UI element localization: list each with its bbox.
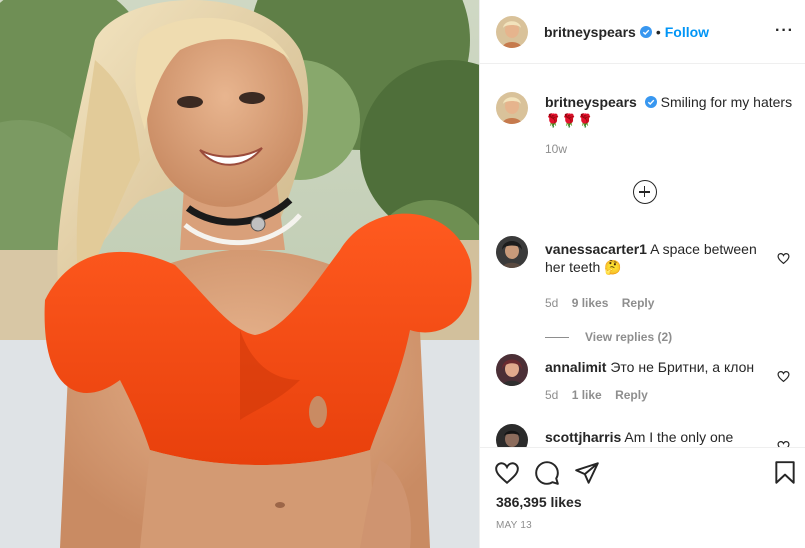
commenter-avatar-image [496,424,528,447]
comment-text: Am I the only one [624,429,734,445]
comment-body: annalimit Это не Бритни, а клон [545,358,770,376]
comment-text: Это не Бритни, а клон [610,359,755,375]
post-photo[interactable] [0,0,479,548]
comment-age[interactable]: 5d [545,388,558,402]
comment-likes[interactable]: 1 like [572,388,602,402]
commenter-avatar[interactable] [496,424,528,447]
commenter-avatar-image [496,236,528,268]
comment-body: vanessacarter1 A space between her teeth… [545,240,770,276]
verified-badge-icon [639,25,652,38]
comments-list: vanessacarter1 A space between her teeth… [480,224,805,447]
commenter-username[interactable]: annalimit [545,359,606,375]
caption-author-avatar[interactable] [496,92,528,124]
comment-item: annalimit Это не Бритни, а клон 5d 1 lik… [496,354,796,414]
comment-item: vanessacarter1 A space between her teeth… [496,236,796,346]
comment-likes[interactable]: 9 likes [572,296,609,310]
comment-meta: 5d 1 like Reply [545,388,658,402]
comment-reply-button[interactable]: Reply [622,296,655,310]
commenter-username[interactable]: scottjharris [545,429,621,445]
post-date[interactable]: MAY 13 [496,520,532,531]
comment-like-heart-icon[interactable] [777,440,790,447]
likes-count[interactable]: 386,395 likes [496,494,582,510]
post-header: britneyspears • Follow ··· [480,0,805,64]
comment-age[interactable]: 5d [545,296,558,310]
caption-avatar-image [496,92,528,124]
caption-text-block: britneyspears Smiling for my haters 🌹🌹🌹 [545,93,795,130]
verified-badge-icon [644,96,657,108]
author-avatar[interactable] [496,15,528,48]
view-replies-line [545,337,569,339]
more-options-icon[interactable]: ··· [775,22,794,40]
heart-icon[interactable] [494,460,520,486]
commenter-avatar[interactable] [496,236,528,268]
commenter-avatar[interactable] [496,354,528,386]
view-replies-button[interactable]: View replies (2) [545,330,672,344]
load-more-comments-button[interactable] [633,180,657,204]
share-icon[interactable] [574,460,600,486]
post-detail-panel: britneyspears • Follow ··· britneyspears… [479,0,805,548]
author-username[interactable]: britneyspears [544,24,636,40]
comment-reply-button[interactable]: Reply [615,388,648,402]
caption-timestamp[interactable]: 10w [545,142,567,156]
comment-icon[interactable] [534,460,560,486]
post-actions: 386,395 likes MAY 13 [480,447,805,548]
bookmark-icon[interactable] [772,460,798,486]
commenter-avatar-image [496,354,528,386]
commenter-username[interactable]: vanessacarter1 [545,241,647,257]
comment-item: scottjharris Am I the only one [496,424,796,447]
caption-text: Smiling for my haters [660,94,793,110]
post-photo-image [0,0,479,548]
caption-emoji: 🌹🌹🌹 [545,113,594,128]
comment-like-heart-icon[interactable] [777,252,790,265]
caption-username[interactable]: britneyspears [545,94,637,110]
header-separator: • [655,23,661,40]
follow-button[interactable]: Follow [665,24,709,40]
comment-like-heart-icon[interactable] [777,370,790,383]
author-avatar-image [496,15,528,48]
comment-meta: 5d 9 likes Reply [545,296,664,310]
comment-body: scottjharris Am I the only one [545,428,770,446]
view-replies-label: View replies (2) [585,330,673,344]
